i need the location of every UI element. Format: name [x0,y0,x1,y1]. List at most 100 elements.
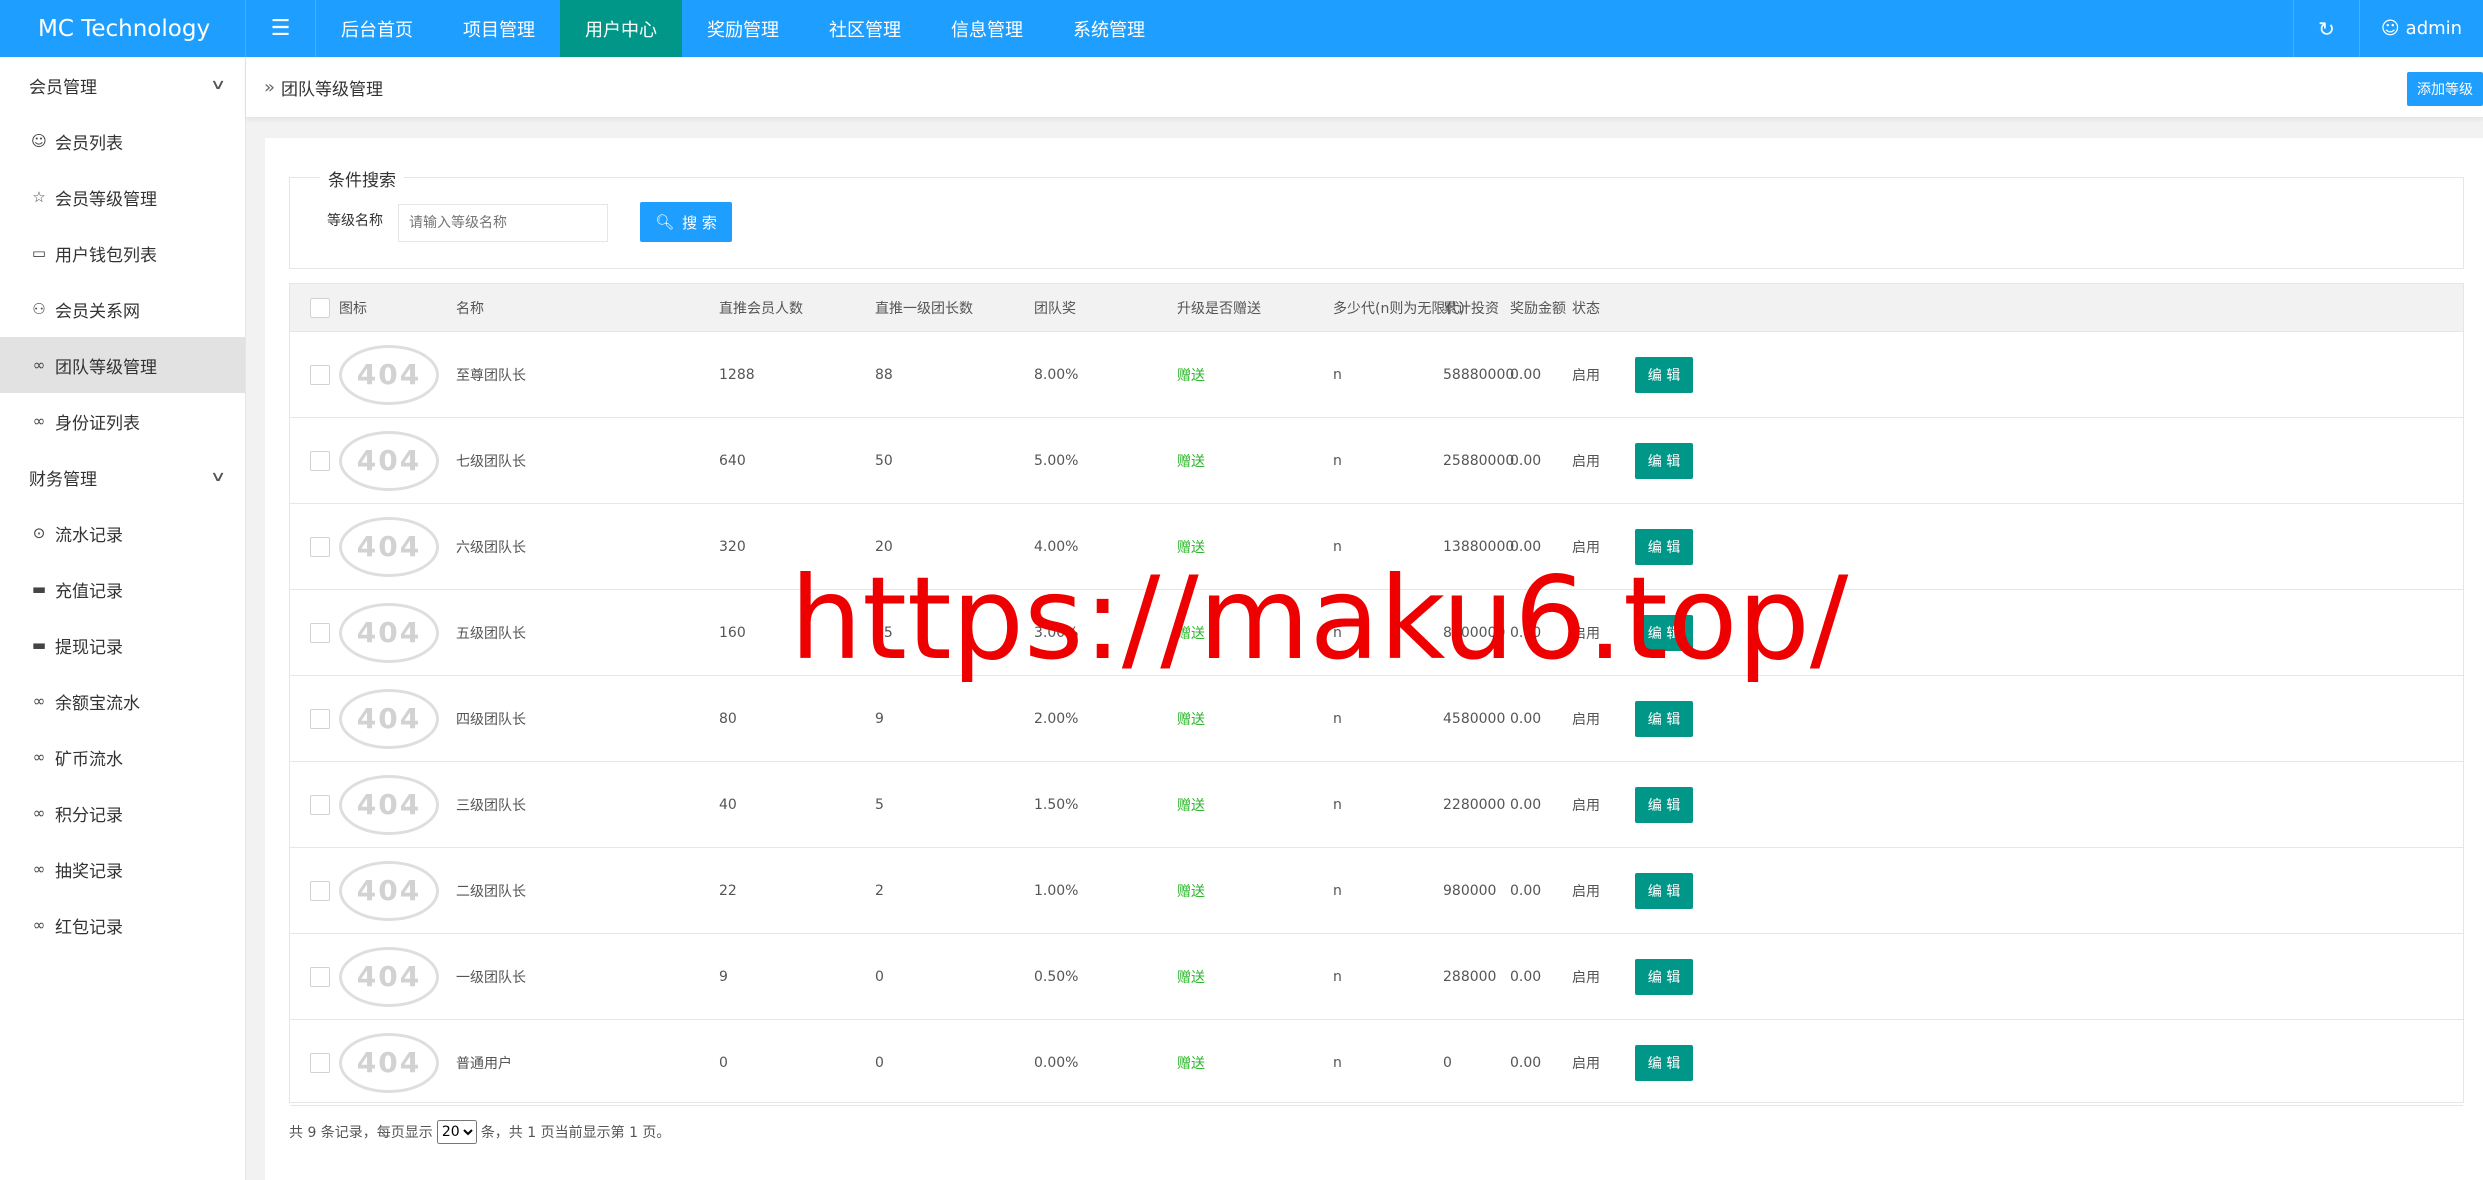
edit-button[interactable]: 编 辑 [1635,528,1693,565]
nav-item-4[interactable]: 社区管理 [804,0,926,57]
cell-reward: 0.00 [1510,710,1542,727]
cell-direct_members: 0 [719,1054,728,1071]
row-select-cell [310,676,330,761]
sidebar-item-1-6[interactable]: ∞ 抽奖记录 [0,841,245,897]
edit-button[interactable]: 编 辑 [1635,356,1693,393]
table-row: 404 二级团队长 22 2 1.00% 赠送 n 980000 0.00 启用编 辑 [290,848,2463,934]
actions-cell: 编 辑 [1635,676,1693,761]
level-name-label: 等级名称 [327,213,383,229]
column-header: 升级是否赠送 [1177,300,1261,317]
sidebar-item-0-2[interactable]: ▭ 用户钱包列表 [0,225,245,281]
user-menu[interactable]: ☺ admin [2359,0,2483,57]
nav-item-0[interactable]: 后台首页 [316,0,438,57]
cell-reward: 0.00 [1510,882,1542,899]
broken-image-icon: 404 [339,860,439,921]
sidebar-item-1-2[interactable]: ▬ 提现记录 [0,617,245,673]
link-icon: ∞ [32,356,46,374]
cell-direct_members: 40 [719,796,737,813]
cell-name: 一级团队长 [456,969,526,986]
level-name-input[interactable] [398,204,608,242]
row-checkbox[interactable] [310,450,330,471]
nav-item-5[interactable]: 信息管理 [926,0,1048,57]
refresh-icon[interactable]: ↻ [2293,0,2359,57]
level-icon-cell: 404 [339,332,439,417]
row-select-cell [310,848,330,933]
table-row: 404 四级团队长 80 9 2.00% 赠送 n 4580000 0.00 启用 编 辑 [290,676,2463,762]
nav-item-2[interactable]: 用户中心 [560,0,682,57]
top-navbar: MC Technology ☰ 后台首页 项目管理 用户中心 奖励管理 社区管理 信息管理… [0,0,2483,57]
edit-button[interactable]: 编 辑 [1635,786,1693,823]
sidebar-item-label: 红包记录 [55,917,123,938]
sidebar-item-0-0[interactable]: ☺ 会员列表 [0,113,245,169]
cell-generations: n [1333,1054,1342,1071]
menu-toggle-icon[interactable]: ☰ [246,0,316,57]
cell-name: 五级团队长 [456,625,526,642]
cell-team_bonus: 4.00% [1034,538,1079,555]
page-size-select[interactable]: 20 [436,1120,477,1144]
edit-button[interactable]: 编 辑 [1635,872,1693,909]
link-icon: ∞ [32,692,46,710]
cell-reward: 0.00 [1510,796,1542,813]
column-header: 奖励金额 [1510,300,1566,317]
nav-item-6[interactable]: 系统管理 [1048,0,1170,57]
search-button[interactable]: 🔍︎ 搜 索 [640,202,732,242]
select-all-checkbox[interactable] [310,297,330,318]
cell-generations: n [1333,624,1342,641]
sidebar-item-1-4[interactable]: ∞ 矿币流水 [0,729,245,785]
chevron-down-icon: ∨ [209,469,227,485]
sidebar-item-label: 身份证列表 [55,413,140,434]
row-checkbox[interactable] [310,708,330,729]
row-checkbox[interactable] [310,880,330,901]
row-select-cell [310,762,330,847]
cell-team_bonus: 3.00% [1034,624,1079,641]
person-icon: ☺ [31,132,47,150]
row-checkbox[interactable] [310,536,330,557]
cell-reward: 0.00 [1510,538,1542,555]
sidebar-item-1-5[interactable]: ∞ 积分记录 [0,785,245,841]
nav-item-1[interactable]: 项目管理 [438,0,560,57]
level-icon-cell: 404 [339,762,439,847]
column-header: 直推会员人数 [719,300,803,317]
cell-direct_members: 320 [719,538,746,555]
sidebar-item-1-7[interactable]: ∞ 红包记录 [0,897,245,953]
nav-item-3[interactable]: 奖励管理 [682,0,804,57]
cell-direct_leaders: 20 [875,538,893,555]
cell-team_bonus: 5.00% [1034,452,1079,469]
actions-cell: 编 辑 [1635,848,1693,933]
sidebar-item-1-3[interactable]: ∞ 余额宝流水 [0,673,245,729]
table-row: 404 六级团队长 320 20 4.00% 赠送 n 13880000 0.00 启用 编 辑 [290,504,2463,590]
add-level-button[interactable]: 添加等级 [2407,72,2483,106]
level-icon-cell: 404 [339,676,439,761]
cell-status: 启用 [1572,969,1600,986]
cell-team_bonus: 1.50% [1034,796,1079,813]
search-legend: 条件搜索 [320,166,404,191]
actions-cell: 编 辑 [1635,762,1693,847]
row-checkbox[interactable] [310,1052,330,1073]
cell-generations: n [1333,968,1342,985]
sidebar-item-0-1[interactable]: ☆ 会员等级管理 [0,169,245,225]
row-checkbox[interactable] [310,794,330,815]
edit-button[interactable]: 编 辑 [1635,614,1693,651]
sidebar-group-1[interactable]: 财务管理 ∨ [0,449,245,505]
main-panel: 条件搜索 等级名称 🔍︎ 搜 索 图标 名称 直推会员人数 直推一级团长数 团队奖 升级是… [265,138,2483,1180]
broken-image-icon: 404 [339,688,439,749]
cell-team_bonus: 0.00% [1034,1054,1079,1071]
sidebar-item-0-3[interactable]: ⚇ 会员关系网 [0,281,245,337]
row-checkbox[interactable] [310,622,330,643]
edit-button[interactable]: 编 辑 [1635,1044,1693,1081]
edit-button[interactable]: 编 辑 [1635,700,1693,737]
cell-investment: 4580000 [1443,710,1506,727]
row-checkbox[interactable] [310,966,330,987]
sidebar-item-1-1[interactable]: ▬ 充值记录 [0,561,245,617]
sidebar-item-1-0[interactable]: ⊙ 流水记录 [0,505,245,561]
sidebar-item-0-4[interactable]: ∞ 团队等级管理 [0,337,245,393]
cell-status: 启用 [1572,883,1600,900]
sidebar-item-label: 抽奖记录 [55,861,123,882]
cell-direct_leaders: 15 [875,624,893,641]
sidebar-group-0[interactable]: 会员管理 ∨ [0,57,245,113]
row-checkbox[interactable] [310,364,330,385]
table-row: 404 普通用户 0 0 0.00% 赠送 n 0 0.00 启用 编 辑 [290,1020,2463,1106]
edit-button[interactable]: 编 辑 [1635,442,1693,479]
edit-button[interactable]: 编 辑 [1635,958,1693,995]
sidebar-item-0-5[interactable]: ∞ 身份证列表 [0,393,245,449]
